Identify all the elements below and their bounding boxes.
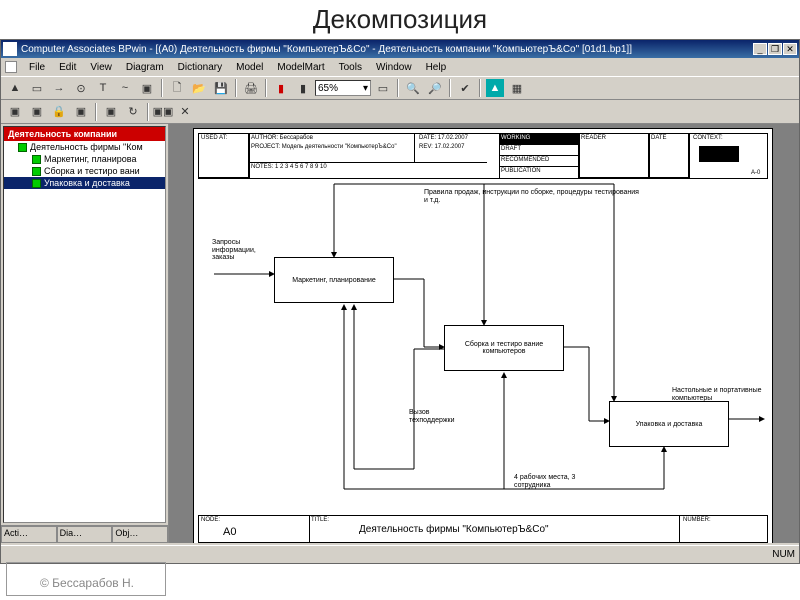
report-icon[interactable]: ▮ bbox=[293, 78, 313, 98]
diagram-footer: NODE: A0 TITLE: Деятельность фирмы "Комп… bbox=[198, 515, 768, 543]
app-window: Computer Associates BPwin - [(A0) Деятел… bbox=[0, 39, 800, 564]
sidebar-tabs: Acti… Dia… Obj… bbox=[1, 525, 168, 543]
statusbar: NUM bbox=[1, 545, 799, 563]
zoom-out-icon[interactable]: 🔎 bbox=[425, 78, 445, 98]
minimize-button[interactable]: _ bbox=[753, 43, 767, 55]
mm-prop-icon[interactable]: ▣ bbox=[71, 102, 91, 122]
canvas-area[interactable]: USED AT: AUTHOR: Бессарабов PROJECT: Мод… bbox=[169, 124, 799, 543]
zoom-combo[interactable]: 65%▾ bbox=[315, 80, 371, 96]
statusbar-num: NUM bbox=[772, 549, 795, 560]
toolbar-2: ▣ ▣ 🔒 ▣ ▣ ↻ ▣▣ ✕ bbox=[1, 100, 799, 124]
goto-child-icon[interactable]: ▦ bbox=[507, 78, 527, 98]
separator bbox=[147, 103, 149, 121]
tree-item-2[interactable]: Сборка и тестиро вани bbox=[4, 165, 165, 177]
menu-tools[interactable]: Tools bbox=[333, 61, 368, 74]
ftr-number-lbl: NUMBER: bbox=[683, 517, 711, 523]
separator bbox=[265, 79, 267, 97]
menubar: File Edit View Diagram Dictionary Model … bbox=[1, 58, 799, 76]
label-tech: Вызов техподдержки bbox=[409, 409, 469, 424]
mm-save-icon[interactable]: ▣ bbox=[27, 102, 47, 122]
label-requests: Запросы информации, заказы bbox=[212, 239, 270, 262]
tab-objects[interactable]: Obj… bbox=[112, 526, 168, 543]
model-tree[interactable]: Деятельность компании Деятельность фирмы… bbox=[3, 126, 166, 523]
ftr-node-val: A0 bbox=[223, 526, 236, 538]
ftr-title-val: Деятельность фирмы "КомпьютерЪ&Co" bbox=[359, 524, 549, 535]
arrow-tool-icon[interactable]: → bbox=[49, 78, 69, 98]
mm-merge-icon[interactable]: ▣ bbox=[101, 102, 121, 122]
zoom-fit-icon[interactable]: ▭ bbox=[373, 78, 393, 98]
tree-item-3[interactable]: Упаковка и доставка bbox=[4, 177, 165, 189]
save-file-icon[interactable]: 💾 bbox=[211, 78, 231, 98]
new-file-icon[interactable]: 🗋 bbox=[167, 78, 187, 98]
tree-item-1[interactable]: Маркетинг, планирова bbox=[4, 153, 165, 165]
separator bbox=[449, 79, 451, 97]
model-explorer-icon[interactable]: ▮ bbox=[271, 78, 291, 98]
mm-lock-icon[interactable]: 🔒 bbox=[49, 102, 69, 122]
mm-open-icon[interactable]: ▣ bbox=[5, 102, 25, 122]
menu-modelmart[interactable]: ModelMart bbox=[271, 61, 330, 74]
mm-close-icon[interactable]: ✕ bbox=[175, 102, 195, 122]
menu-help[interactable]: Help bbox=[420, 61, 453, 74]
menu-view[interactable]: View bbox=[84, 61, 118, 74]
menu-diagram[interactable]: Diagram bbox=[120, 61, 170, 74]
menu-edit[interactable]: Edit bbox=[53, 61, 82, 74]
squiggle-tool-icon[interactable]: ~ bbox=[115, 78, 135, 98]
tunnel-tool-icon[interactable]: ⊙ bbox=[71, 78, 91, 98]
diagram-sheet[interactable]: USED AT: AUTHOR: Бессарабов PROJECT: Мод… bbox=[193, 128, 773, 543]
menu-file[interactable]: File bbox=[23, 61, 51, 74]
window-controls: _ ❐ ✕ bbox=[753, 43, 797, 55]
mm-refresh-icon[interactable]: ↻ bbox=[123, 102, 143, 122]
workspace: Деятельность компании Деятельность фирмы… bbox=[1, 124, 799, 543]
mm-library-icon[interactable]: ▣▣ bbox=[153, 102, 173, 122]
maximize-button[interactable]: ❐ bbox=[768, 43, 782, 55]
separator bbox=[95, 103, 97, 121]
tab-diagrams[interactable]: Dia… bbox=[57, 526, 113, 543]
diagram-tool-icon[interactable]: ▣ bbox=[137, 78, 157, 98]
tab-activities[interactable]: Acti… bbox=[1, 526, 57, 543]
text-tool-icon[interactable]: T bbox=[93, 78, 113, 98]
goto-parent-icon[interactable]: ▲ bbox=[485, 78, 505, 98]
label-rules: Правила продаж, инструкции по сборке, пр… bbox=[424, 189, 644, 204]
toolbar-1: ▲ ▭ → ⊙ T ~ ▣ 🗋 📂 💾 🖨 ▮ ▮ 65%▾ ▭ 🔍 🔎 ✔ ▲… bbox=[1, 76, 799, 100]
sidebar: Деятельность компании Деятельность фирмы… bbox=[1, 124, 169, 543]
app-icon bbox=[3, 42, 17, 56]
separator bbox=[235, 79, 237, 97]
tree-item-0[interactable]: Деятельность фирмы "Ком bbox=[4, 141, 165, 153]
label-workers: 4 рабочих места, 3 сотрудника bbox=[514, 474, 604, 489]
separator bbox=[161, 79, 163, 97]
ftr-node-lbl: NODE: bbox=[201, 517, 220, 523]
activity-box-tool-icon[interactable]: ▭ bbox=[27, 78, 47, 98]
pointer-tool-icon[interactable]: ▲ bbox=[5, 78, 25, 98]
mdi-icon bbox=[5, 61, 17, 73]
page-heading: Декомпозиция bbox=[0, 0, 800, 39]
menu-model[interactable]: Model bbox=[230, 61, 269, 74]
close-button[interactable]: ✕ bbox=[783, 43, 797, 55]
activity-box-3[interactable]: Упаковка и доставка bbox=[609, 401, 729, 447]
activity-box-1[interactable]: Маркетинг, планирование bbox=[274, 257, 394, 303]
separator bbox=[479, 79, 481, 97]
titlebar: Computer Associates BPwin - [(A0) Деятел… bbox=[1, 40, 799, 58]
activity-box-2[interactable]: Сборка и тестиро вание компьютеров bbox=[444, 325, 564, 371]
credit-text: © Бессарабов Н. bbox=[40, 576, 134, 590]
tree-root[interactable]: Деятельность компании bbox=[4, 127, 165, 141]
menu-window[interactable]: Window bbox=[370, 61, 418, 74]
separator bbox=[397, 79, 399, 97]
titlebar-text: Computer Associates BPwin - [(A0) Деятел… bbox=[21, 44, 753, 55]
open-file-icon[interactable]: 📂 bbox=[189, 78, 209, 98]
ftr-title-lbl: TITLE: bbox=[311, 517, 329, 523]
zoom-in-icon[interactable]: 🔍 bbox=[403, 78, 423, 98]
menu-dictionary[interactable]: Dictionary bbox=[172, 61, 228, 74]
spellcheck-icon[interactable]: ✔ bbox=[455, 78, 475, 98]
print-icon[interactable]: 🖨 bbox=[241, 78, 261, 98]
